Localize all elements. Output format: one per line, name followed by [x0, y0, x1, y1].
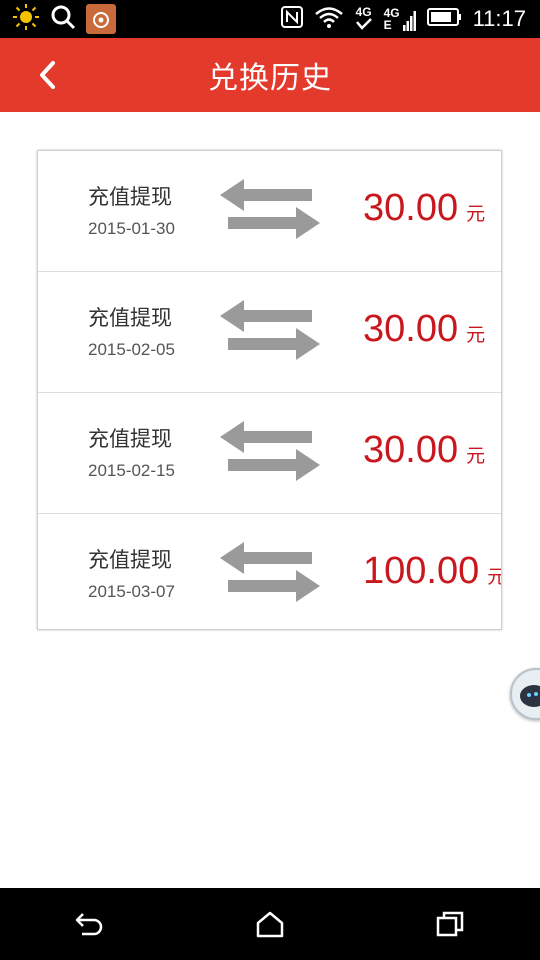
network-label: 4G — [355, 5, 372, 19]
back-button[interactable] — [22, 50, 72, 100]
signal-label-bottom: E — [383, 18, 392, 32]
history-list: 充值提现 2015-01-30 30.00 元 充值提现 2015-02-05 … — [37, 150, 502, 630]
status-left — [0, 3, 116, 35]
chevron-left-icon — [40, 61, 55, 89]
amount: 30.00 元 — [363, 308, 485, 351]
search-icon — [50, 4, 76, 34]
signal-icon: 4G E — [384, 7, 417, 31]
record-amount: 30.00 — [363, 187, 459, 229]
list-item[interactable]: 充值提现 2015-02-05 30.00 元 — [38, 272, 501, 393]
status-bar: 4G 4G E 11:17 — [0, 0, 540, 38]
record-date: 2015-02-15 — [88, 461, 175, 480]
battery-icon — [426, 7, 463, 31]
page-title: 兑换历史 — [208, 61, 332, 96]
record-date: 2015-01-30 — [88, 219, 175, 238]
app-icon — [86, 4, 116, 34]
record-amount: 30.00 — [363, 429, 459, 471]
amount: 100.00 元 — [363, 550, 501, 593]
record-type: 充值提现 — [88, 185, 172, 209]
brightness-icon — [12, 3, 40, 35]
home-icon — [256, 911, 284, 938]
status-time: 11:17 — [472, 6, 526, 31]
record-date: 2015-03-07 — [88, 582, 175, 601]
nfc-icon — [280, 5, 304, 33]
record-date: 2015-02-05 — [88, 340, 175, 359]
status-right: 4G 4G E 11:17 — [280, 5, 540, 33]
back-arrow-icon — [75, 913, 103, 936]
list-item[interactable]: 充值提现 2015-01-30 30.00 元 — [38, 151, 501, 272]
app-bar: 兑换历史 — [0, 38, 540, 112]
recents-icon — [436, 911, 464, 937]
robot-face-icon — [520, 685, 540, 707]
list-item[interactable]: 充值提现 2015-02-15 30.00 元 — [38, 393, 501, 514]
record-type: 充值提现 — [88, 548, 172, 572]
record-unit: 元 — [466, 445, 486, 467]
record-unit: 元 — [466, 324, 486, 346]
list-item[interactable]: 充值提现 2015-03-07 100.00 元 — [38, 514, 501, 629]
floating-assistant-button[interactable] — [510, 668, 540, 720]
exchange-arrows-icon — [220, 421, 320, 481]
amount: 30.00 元 — [363, 187, 485, 230]
nav-back-button[interactable] — [60, 894, 120, 954]
record-type: 充值提现 — [88, 427, 172, 451]
record-type: 充值提现 — [88, 306, 172, 330]
nav-home-button[interactable] — [240, 894, 300, 954]
data-4g-icon: 4G — [354, 6, 374, 32]
record-amount: 30.00 — [363, 308, 459, 350]
record-unit: 元 — [487, 562, 501, 589]
wifi-icon — [314, 5, 344, 33]
exchange-arrows-icon — [220, 179, 320, 239]
amount: 30.00 元 — [363, 429, 485, 472]
exchange-arrows-icon — [220, 300, 320, 360]
record-amount: 100.00 — [363, 550, 480, 592]
record-unit: 元 — [466, 203, 486, 225]
navigation-bar — [0, 888, 540, 960]
exchange-arrows-icon — [220, 542, 320, 602]
nav-recents-button[interactable] — [420, 894, 480, 954]
